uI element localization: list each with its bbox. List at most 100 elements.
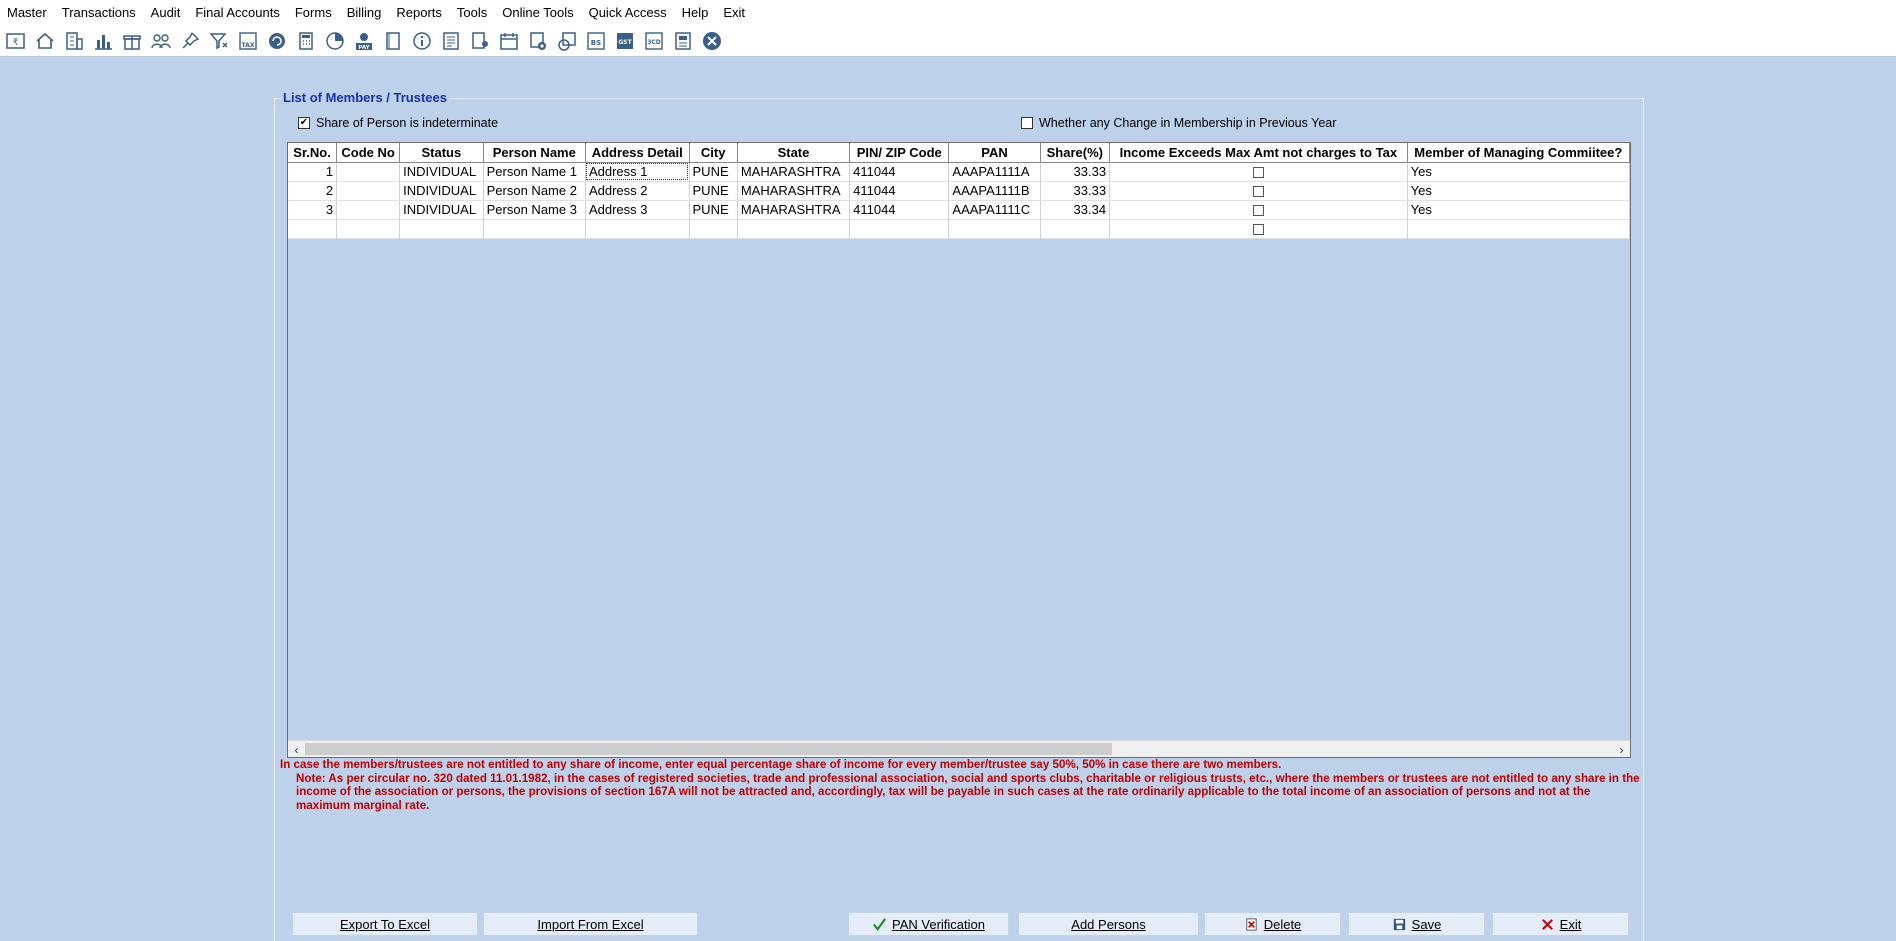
add-persons-button[interactable]: Add Persons — [1018, 912, 1199, 936]
table-row[interactable]: 2 INDIVIDUAL Person Name 2 Address 2 PUN… — [288, 181, 1631, 201]
menu-online-tools[interactable]: Online Tools — [502, 5, 573, 20]
cell-code-no[interactable] — [336, 162, 401, 182]
cell-share[interactable]: 33.33 — [1040, 162, 1111, 182]
cell-city[interactable] — [689, 219, 738, 239]
menu-help[interactable]: Help — [682, 5, 709, 20]
table-row[interactable]: 1 INDIVIDUAL Person Name 1 Address 1 PUN… — [288, 162, 1631, 182]
cell-sr-no[interactable] — [288, 219, 338, 239]
cell-pan[interactable]: AAAPA1111C — [948, 200, 1041, 220]
cell-code-no[interactable] — [336, 219, 401, 239]
menu-forms[interactable]: Forms — [295, 5, 332, 20]
cell-person-name[interactable] — [483, 219, 586, 239]
pay-icon[interactable]: PAY — [351, 28, 376, 54]
income-exceeds-checkbox[interactable] — [1252, 205, 1264, 217]
cell-share[interactable]: 33.34 — [1040, 200, 1111, 220]
cell-managing-committee[interactable]: Yes — [1407, 181, 1631, 201]
gift-icon[interactable] — [119, 28, 144, 54]
cell-managing-committee[interactable]: Yes — [1407, 200, 1631, 220]
income-exceeds-checkbox[interactable] — [1252, 167, 1264, 179]
save-button[interactable]: Save — [1348, 912, 1485, 936]
cell-share[interactable]: 33.33 — [1040, 181, 1111, 201]
cell-address-detail[interactable] — [585, 219, 690, 239]
col-share[interactable]: Share(%) — [1040, 143, 1111, 163]
menu-quick-access[interactable]: Quick Access — [589, 5, 667, 20]
calendar-icon[interactable] — [496, 28, 521, 54]
cell-pan[interactable] — [948, 219, 1041, 239]
cell-state[interactable] — [737, 219, 851, 239]
cell-city[interactable]: PUNE — [689, 200, 738, 220]
cell-address-detail[interactable]: Address 1 — [585, 162, 690, 182]
calculator-icon[interactable] — [293, 28, 318, 54]
menu-reports[interactable]: Reports — [396, 5, 442, 20]
delete-button[interactable]: Delete — [1204, 912, 1341, 936]
cell-status[interactable] — [399, 219, 484, 239]
share-indeterminate-row[interactable]: ✔ Share of Person is indeterminate — [298, 116, 498, 130]
pie-chart-icon[interactable] — [322, 28, 347, 54]
members-grid[interactable]: Sr.No. Code No Status Person Name Addres… — [287, 142, 1631, 758]
cell-status[interactable]: INDIVIDUAL — [399, 162, 484, 182]
income-exceeds-checkbox[interactable] — [1252, 224, 1264, 236]
close-circle-icon[interactable] — [699, 28, 724, 54]
scrollbar-thumb[interactable] — [305, 743, 1112, 755]
cell-state[interactable]: MAHARASHTRA — [737, 200, 851, 220]
cell-pin[interactable] — [849, 219, 950, 239]
menu-audit[interactable]: Audit — [151, 5, 181, 20]
form-icon[interactable] — [670, 28, 695, 54]
cell-status[interactable]: INDIVIDUAL — [399, 200, 484, 220]
cell-address-detail[interactable]: Address 2 — [585, 181, 690, 201]
cell-sr-no[interactable]: 1 — [288, 162, 338, 182]
menu-transactions[interactable]: Transactions — [62, 5, 136, 20]
cell-status[interactable]: INDIVIDUAL — [399, 181, 484, 201]
3cd-icon[interactable]: 3CD — [641, 28, 666, 54]
col-pan[interactable]: PAN — [948, 143, 1041, 163]
col-address-detail[interactable]: Address Detail — [585, 143, 690, 163]
cell-person-name[interactable]: Person Name 3 — [483, 200, 586, 220]
menu-master[interactable]: Master — [7, 5, 47, 20]
cell-state[interactable]: MAHARASHTRA — [737, 181, 851, 201]
menu-tools[interactable]: Tools — [457, 5, 487, 20]
pin-icon[interactable] — [177, 28, 202, 54]
cell-managing-committee[interactable] — [1407, 219, 1631, 239]
scroll-left-icon[interactable]: ‹ — [288, 741, 305, 758]
scroll-right-icon[interactable]: › — [1613, 741, 1630, 758]
share-indeterminate-checkbox[interactable]: ✔ — [298, 117, 310, 129]
cell-person-name[interactable]: Person Name 2 — [483, 181, 586, 201]
cell-address-detail[interactable]: Address 3 — [585, 200, 690, 220]
book-icon[interactable] — [380, 28, 405, 54]
menu-exit[interactable]: Exit — [723, 5, 745, 20]
col-pin-zip[interactable]: PIN/ ZIP Code — [849, 143, 950, 163]
cell-share[interactable] — [1040, 219, 1111, 239]
col-status[interactable]: Status — [399, 143, 484, 163]
horizontal-scrollbar[interactable]: ‹ › — [288, 740, 1630, 757]
cell-city[interactable]: PUNE — [689, 162, 738, 182]
cell-managing-committee[interactable]: Yes — [1407, 162, 1631, 182]
cell-income-exceeds[interactable] — [1109, 219, 1408, 239]
cell-pan[interactable]: AAAPA1111B — [948, 181, 1041, 201]
cell-person-name[interactable]: Person Name 1 — [483, 162, 586, 182]
membership-change-row[interactable]: Whether any Change in Membership in Prev… — [1021, 116, 1336, 130]
browser-icon[interactable] — [554, 28, 579, 54]
bs-icon[interactable]: BS — [583, 28, 608, 54]
cell-code-no[interactable] — [336, 200, 401, 220]
membership-change-checkbox[interactable] — [1021, 117, 1033, 129]
table-row[interactable]: 3 INDIVIDUAL Person Name 3 Address 3 PUN… — [288, 200, 1631, 220]
menu-final-accounts[interactable]: Final Accounts — [195, 5, 280, 20]
export-to-excel-button[interactable]: Export To Excel — [292, 912, 478, 936]
col-code-no[interactable]: Code No — [336, 143, 401, 163]
cell-code-no[interactable] — [336, 181, 401, 201]
user-document-icon[interactable] — [467, 28, 492, 54]
cell-sr-no[interactable]: 3 — [288, 200, 338, 220]
col-managing-committee[interactable]: Member of Managing Commiitee? — [1407, 143, 1631, 163]
col-person-name[interactable]: Person Name — [483, 143, 586, 163]
filter-icon[interactable] — [206, 28, 231, 54]
col-sr-no[interactable]: Sr.No. — [288, 143, 338, 163]
home-icon[interactable] — [32, 28, 57, 54]
building-icon[interactable] — [61, 28, 86, 54]
exit-button[interactable]: Exit — [1492, 912, 1629, 936]
menu-billing[interactable]: Billing — [347, 5, 382, 20]
import-from-excel-button[interactable]: Import From Excel — [483, 912, 698, 936]
cell-pin[interactable]: 411044 — [849, 162, 950, 182]
cell-sr-no[interactable]: 2 — [288, 181, 338, 201]
cell-pin[interactable]: 411044 — [849, 200, 950, 220]
people-icon[interactable] — [148, 28, 173, 54]
